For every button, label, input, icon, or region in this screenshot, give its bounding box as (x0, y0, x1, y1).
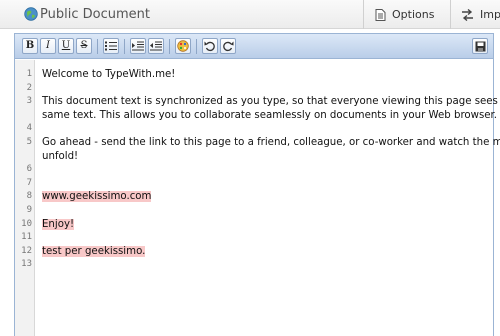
highlighted-text: test per geekissimo. (42, 245, 146, 257)
line-number: 2 (26, 82, 32, 93)
text-line: Welcome to TypeWith.me! (42, 69, 176, 80)
text-line: same text. This allows you to collaborat… (42, 109, 498, 121)
save-button[interactable] (472, 38, 488, 54)
globe-icon (24, 7, 38, 21)
redo-icon (223, 41, 234, 52)
bold-button[interactable]: B (22, 38, 38, 54)
text-line: Go ahead - send the link to this page to… (42, 137, 500, 148)
highlighted-text: www.geekissimo.com (42, 191, 152, 203)
document-title: Public Document (40, 7, 150, 22)
top-header: Public Document Options Impo (0, 0, 500, 29)
text-line: unfold! (42, 150, 79, 162)
undo-icon (204, 41, 215, 52)
highlighted-text: Enjoy! (42, 218, 75, 230)
indent-button[interactable] (130, 38, 146, 54)
line-number: 10 (21, 218, 32, 229)
text-line-highlighted: test per geekissimo. (42, 245, 146, 259)
line-number: 8 (26, 191, 32, 202)
outdent-button[interactable] (148, 38, 164, 54)
redo-button[interactable] (220, 38, 236, 54)
undo-button[interactable] (202, 38, 218, 54)
options-button[interactable]: Options (363, 0, 450, 29)
options-label: Options (392, 8, 435, 21)
text-line-highlighted: Enjoy! (42, 218, 75, 232)
line-number: 11 (21, 232, 32, 243)
formatting-toolbar: B I U S (15, 34, 493, 59)
toolbar-divider (196, 39, 197, 54)
toolbar-divider (124, 39, 125, 54)
text-line: This document text is synchronized as yo… (42, 96, 500, 108)
document-editor: B I U S 1 2 3 4 5 6 7 8 9 10 11 12 13 We… (14, 33, 500, 336)
line-number: 5 (26, 137, 32, 147)
color-palette-icon (177, 40, 189, 52)
indent-icon (132, 41, 144, 51)
bulleted-list-button[interactable] (103, 38, 119, 54)
toolbar-divider (169, 39, 170, 54)
save-icon (475, 41, 485, 51)
line-number: 6 (26, 164, 32, 175)
line-number: 1 (26, 69, 32, 79)
import-button[interactable]: Impo (450, 0, 500, 29)
line-number: 7 (26, 177, 32, 188)
highlight-color-button[interactable] (175, 38, 191, 54)
document-title-area: Public Document (0, 0, 363, 29)
line-number: 13 (21, 259, 32, 270)
document-icon (375, 8, 386, 21)
import-arrows-icon (462, 8, 473, 21)
toolbar-divider (97, 39, 98, 54)
line-number-gutter: 1 2 3 4 5 6 7 8 9 10 11 12 13 (15, 60, 35, 336)
line-number: 9 (26, 205, 32, 215)
import-label: Impo (480, 8, 500, 21)
text-line-highlighted: www.geekissimo.com (42, 190, 152, 204)
outdent-icon (150, 41, 162, 51)
line-number: 4 (26, 123, 32, 134)
line-number: 3 (26, 96, 32, 107)
italic-button[interactable]: I (40, 38, 56, 54)
underline-button[interactable]: U (58, 38, 74, 54)
line-number: 12 (21, 245, 32, 256)
strikethrough-button[interactable]: S (76, 38, 92, 54)
bulleted-list-icon (105, 41, 117, 51)
